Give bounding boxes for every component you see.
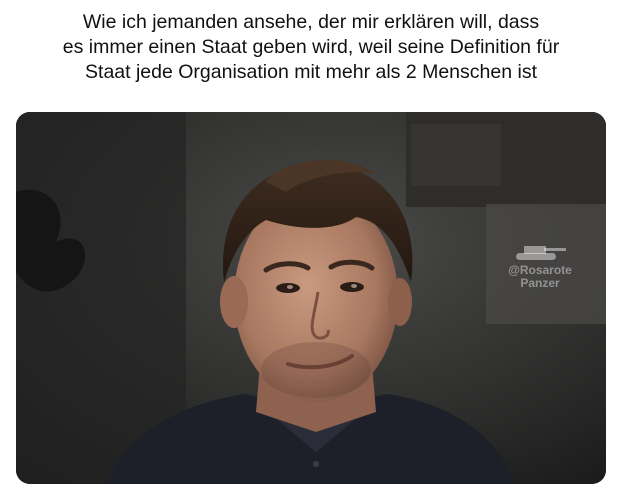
watermark-name: Panzer — [520, 276, 560, 290]
meme-photo — [16, 112, 606, 484]
tank-icon — [516, 246, 566, 260]
caption-line-2: es immer einen Staat geben wird, weil se… — [62, 36, 560, 58]
person-photo — [16, 112, 606, 484]
meme-caption: Wie ich jemanden ansehe, der mir erkläre… — [0, 10, 622, 85]
caption-line-3: Staat jede Organisation mit mehr als 2 M… — [85, 61, 537, 83]
caption-line-1: Wie ich jemanden ansehe, der mir erkläre… — [82, 11, 540, 33]
watermark: @Rosarote Panzer — [490, 238, 590, 290]
